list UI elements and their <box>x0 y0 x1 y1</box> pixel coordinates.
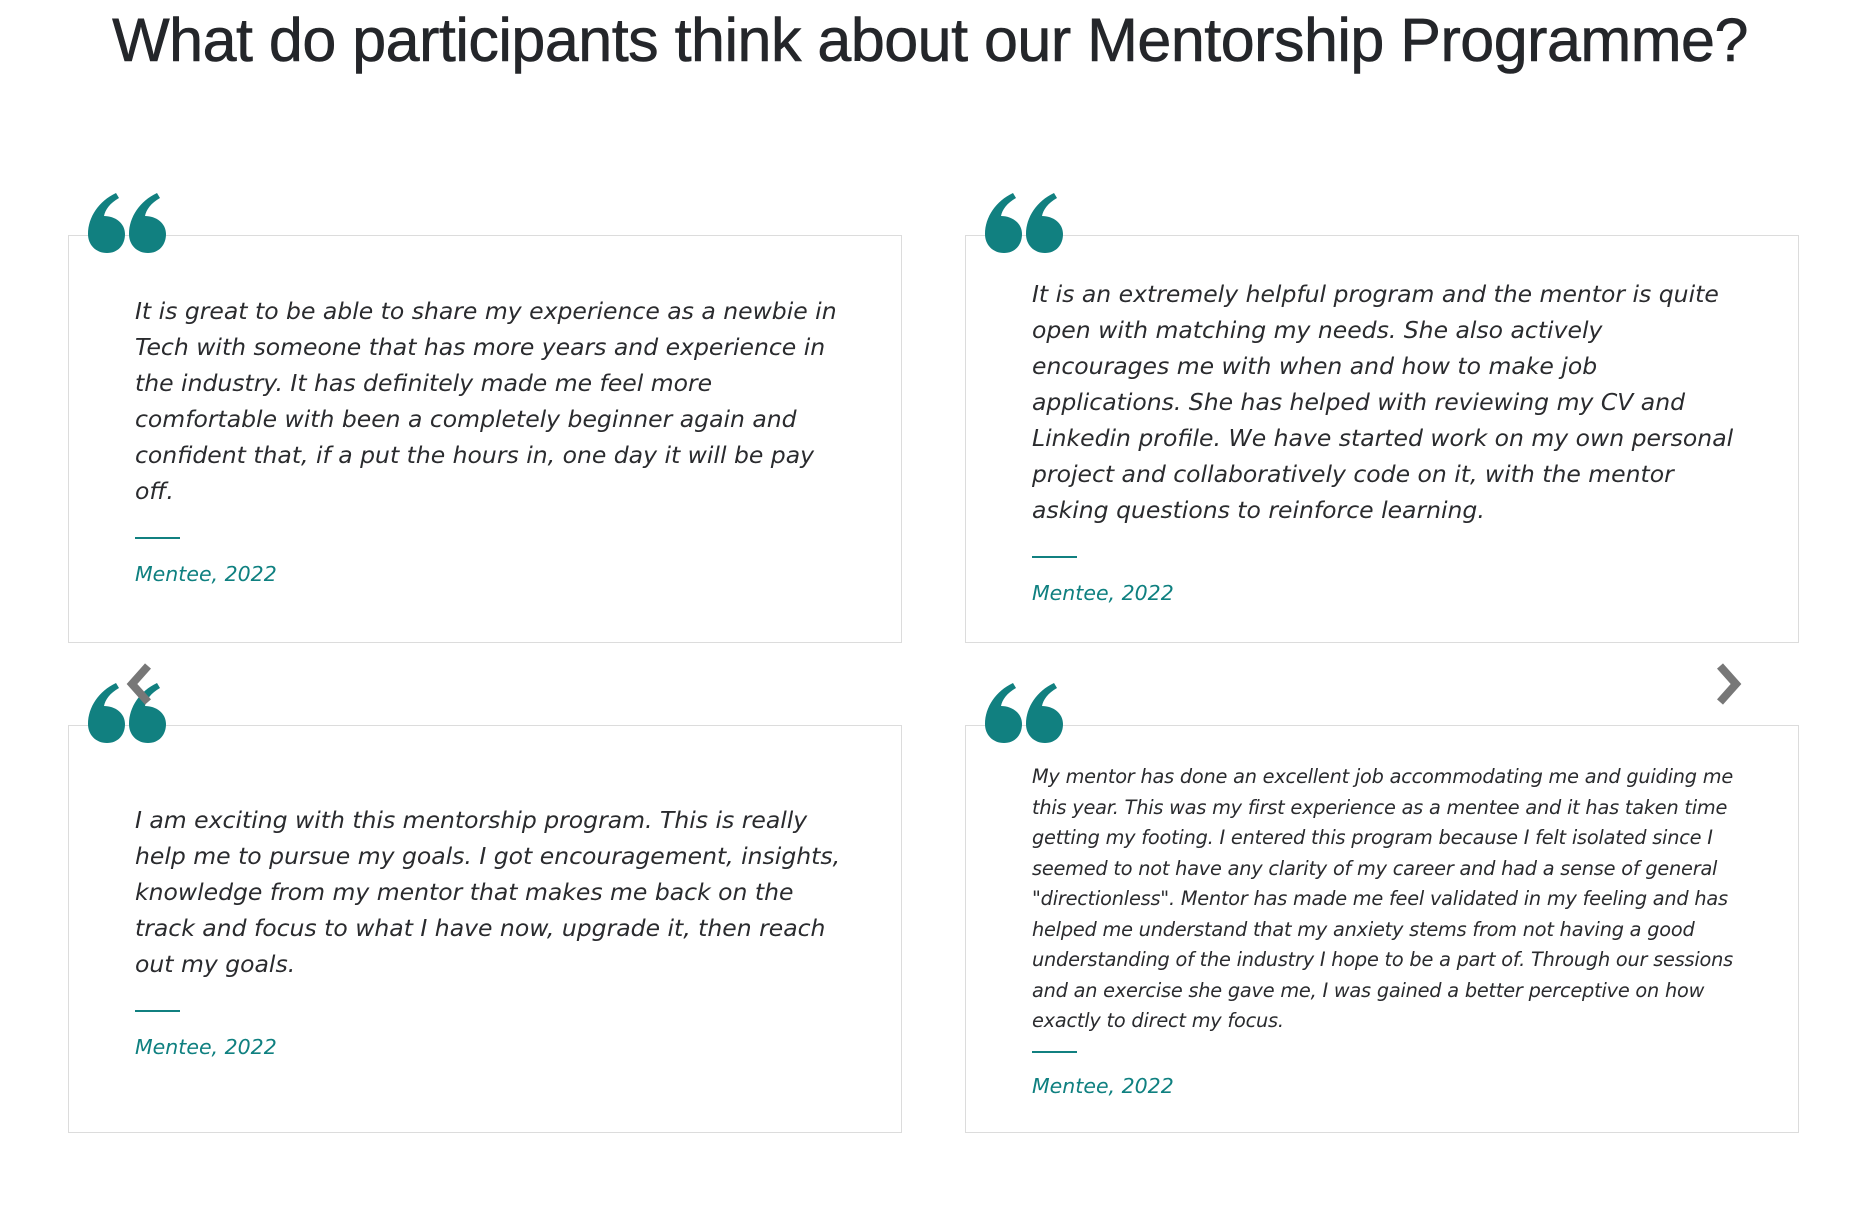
quote-icon <box>88 193 166 253</box>
divider <box>135 537 180 539</box>
testimonial-card-4: My mentor has done an excellent job acco… <box>965 725 1799 1133</box>
testimonial-author: Mentee, 2022 <box>135 1035 277 1059</box>
testimonial-author: Mentee, 2022 <box>1032 581 1174 605</box>
divider <box>135 1010 180 1012</box>
divider <box>1032 556 1077 558</box>
quote-icon <box>985 193 1063 253</box>
testimonial-body: My mentor has done an excellent job acco… <box>1032 762 1744 1099</box>
quote-icon <box>985 683 1063 743</box>
chevron-right-icon[interactable] <box>1708 660 1748 708</box>
testimonial-body: It is an extremely helpful program and t… <box>1032 276 1744 606</box>
chevron-left-icon[interactable] <box>120 660 160 708</box>
page-title: What do participants think about our Men… <box>112 6 1749 75</box>
testimonial-body: It is great to be able to share my exper… <box>135 293 847 587</box>
testimonial-author: Mentee, 2022 <box>1032 1073 1174 1098</box>
testimonial-text: It is great to be able to share my exper… <box>135 297 837 505</box>
testimonial-card-3: I am exciting with this mentorship progr… <box>68 725 902 1133</box>
testimonial-text: My mentor has done an excellent job acco… <box>1032 765 1734 1032</box>
testimonial-body: I am exciting with this mentorship progr… <box>135 802 847 1060</box>
testimonial-card-1: It is great to be able to share my exper… <box>68 235 902 643</box>
testimonial-text: I am exciting with this mentorship progr… <box>135 806 841 978</box>
divider <box>1032 1050 1077 1053</box>
testimonial-text: It is an extremely helpful program and t… <box>1032 280 1734 524</box>
testimonial-author: Mentee, 2022 <box>135 562 277 586</box>
testimonial-card-2: It is an extremely helpful program and t… <box>965 235 1799 643</box>
